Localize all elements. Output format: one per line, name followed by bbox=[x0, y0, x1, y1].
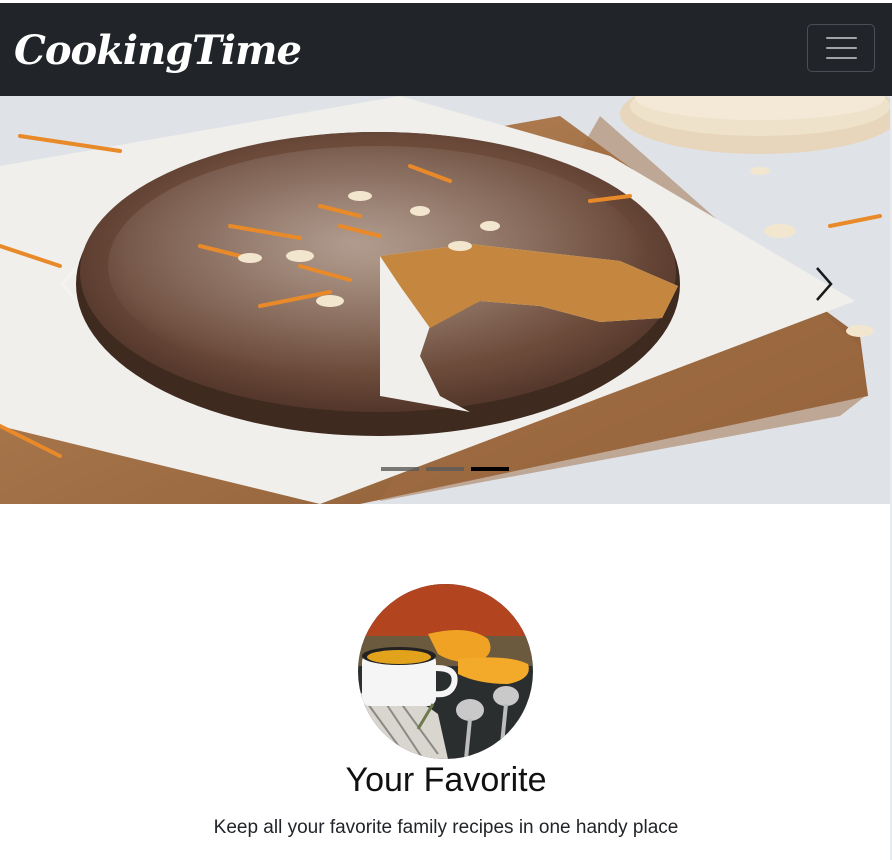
feature-section: Your Favorite Keep all your favorite fam… bbox=[0, 504, 892, 860]
chevron-right-icon bbox=[816, 267, 833, 301]
carousel-slide-image bbox=[0, 96, 892, 504]
hamburger-menu-icon-bar bbox=[825, 47, 857, 49]
feature-title: Your Favorite bbox=[345, 761, 547, 799]
carousel-indicators bbox=[381, 467, 509, 471]
chevron-left-icon bbox=[60, 267, 78, 301]
hamburger-menu-icon-bar bbox=[825, 57, 857, 59]
feature-image bbox=[358, 584, 533, 759]
carousel-indicator-3[interactable] bbox=[471, 467, 509, 471]
navbar: CookingTime bbox=[0, 3, 892, 96]
carousel-indicator-2[interactable] bbox=[426, 467, 464, 471]
feature-text: Keep all your favorite family recipes in… bbox=[213, 817, 679, 838]
hero-carousel bbox=[0, 96, 892, 504]
hamburger-menu-icon bbox=[825, 37, 857, 39]
brand-logo[interactable]: CookingTime bbox=[14, 27, 302, 75]
carousel-next-button[interactable] bbox=[800, 256, 850, 312]
carousel-indicator-1[interactable] bbox=[381, 467, 419, 471]
navbar-toggler-button[interactable] bbox=[807, 24, 875, 72]
carousel-prev-button[interactable] bbox=[46, 256, 96, 312]
